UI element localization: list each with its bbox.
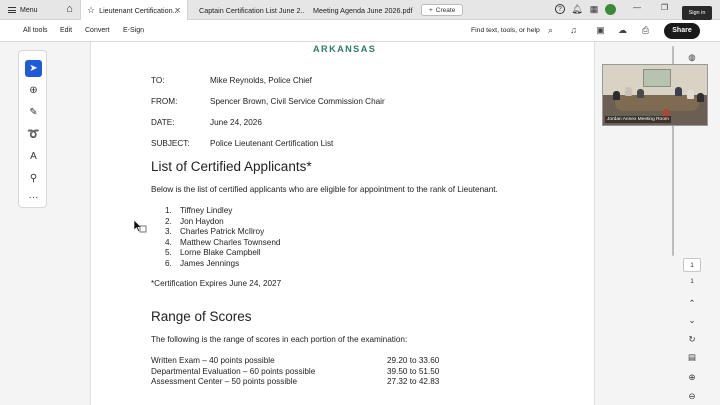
hamburger-icon — [8, 7, 16, 13]
more-tools-icon[interactable]: ··· — [25, 189, 42, 206]
apps-icon[interactable]: ▦ — [588, 3, 600, 16]
score-range: 39.50 to 51.50 — [387, 366, 440, 376]
edit-menu[interactable]: Edit — [60, 27, 72, 34]
memo-from-value: Spencer Brown, Civil Service Commission … — [210, 97, 385, 106]
menu-button[interactable]: Menu — [8, 4, 38, 16]
memo-to-value: Mike Reynolds, Police Chief — [210, 76, 312, 85]
memo-from-key: FROM: — [151, 97, 178, 106]
headphones-icon[interactable]: ♫ — [568, 25, 579, 36]
score-range: 29.20 to 33.60 — [387, 356, 440, 365]
list-item: Matthew Charles Townsend — [180, 237, 281, 247]
list-item-num: 3. — [165, 227, 172, 236]
video-person — [625, 87, 632, 96]
video-person — [637, 89, 644, 98]
find-text-field[interactable]: Find text, tools, or help — [471, 27, 540, 34]
total-pages: 1 — [690, 278, 694, 285]
list-item-num: 5. — [165, 248, 172, 257]
heading-certified-applicants: List of Certified Applicants* — [151, 159, 312, 174]
tab-label: Captain Certification List June 2... — [199, 5, 305, 15]
pen-icon[interactable]: ✎ — [25, 104, 42, 121]
stamp-icon[interactable]: ⚲ — [25, 170, 42, 187]
list-item-num: 4. — [165, 237, 172, 247]
memo-date-key: DATE: — [151, 118, 175, 127]
text-box-icon[interactable]: A — [25, 148, 42, 165]
share-button[interactable]: Share — [664, 23, 700, 39]
score-label: Departmental Evaluation – 60 points poss… — [151, 366, 316, 376]
menu-label: Menu — [20, 6, 38, 14]
range-intro-paragraph: The following is the range of scores in … — [151, 335, 408, 344]
memo-to-key: TO: — [151, 76, 165, 85]
restore-icon[interactable]: ❐ — [661, 3, 668, 12]
refresh-icon[interactable]: ↻ — [684, 332, 700, 346]
list-item: Lorne Blake Campbell — [180, 248, 261, 257]
upload-cloud-icon[interactable]: ☁ — [617, 25, 628, 36]
home-icon[interactable]: ⌂ — [63, 3, 76, 16]
create-label: Create — [435, 6, 456, 14]
tab-label: Meeting Agenda June 2026.pdf — [313, 5, 413, 15]
chevron-up-icon[interactable]: ⌃ — [684, 296, 700, 310]
heading-range-of-scores: Range of Scores — [151, 309, 252, 324]
right-rail: ◍ 1 1 ⌃ ⌄ ↻ ▤ ⊕ ⊖ — [680, 42, 704, 405]
save-icon[interactable]: ▣ — [595, 25, 606, 36]
score-label: Assessment Center – 50 points possible — [151, 377, 298, 386]
memo-date-value: June 24, 2026 — [210, 118, 262, 127]
list-item-num: 2. — [165, 216, 172, 226]
list-item: Tiffney Lindley — [180, 206, 233, 215]
left-tools-panel: ➤ ⊕ ✎ ➰ A ⚲ ··· — [18, 50, 47, 208]
score-label: Written Exam – 40 points possible — [151, 356, 275, 365]
select-cursor-icon[interactable]: ➤ — [25, 60, 42, 77]
memo-subject-key: SUBJECT: — [151, 139, 190, 148]
tab-lieutenant-certification[interactable]: ☆ Lieutenant Certification... ✕ — [80, 0, 188, 20]
current-page-field[interactable]: 1 — [683, 258, 701, 272]
bell-icon[interactable]: 🔔︎ — [571, 3, 583, 16]
esign-menu[interactable]: E-Sign — [123, 27, 144, 34]
mouse-cursor-icon — [133, 219, 147, 233]
page-view-icon[interactable]: ▤ — [684, 350, 700, 364]
star-icon[interactable]: ☆ — [87, 5, 95, 16]
tab-label: Lieutenant Certification... — [99, 5, 179, 15]
lasso-icon[interactable]: ➰ — [25, 126, 42, 143]
certification-expiry-note: *Certification Expires June 24, 2027 — [151, 279, 282, 288]
minimize-icon[interactable]: — — [633, 3, 641, 12]
chevron-down-icon[interactable]: ⌄ — [684, 313, 700, 327]
list-item-num: 6. — [165, 258, 172, 268]
avatar[interactable] — [605, 4, 616, 15]
tab-captain-certification[interactable]: Captain Certification List June 2... — [193, 0, 305, 20]
signin-tooltip: Sign in — [682, 6, 712, 20]
tab-meeting-agenda[interactable]: Meeting Agenda June 2026.pdf — [307, 0, 417, 20]
list-item: Charles Patrick McIlroy — [180, 227, 265, 236]
all-tools-menu[interactable]: All tools — [23, 27, 48, 34]
zoom-in-icon[interactable]: ⊕ — [684, 370, 700, 384]
score-range: 27.32 to 42.83 — [387, 377, 440, 386]
search-icon[interactable]: ⌕ — [545, 25, 556, 36]
video-person — [613, 91, 620, 100]
pdf-page: ARKANSAS TO: Mike Reynolds, Police Chief… — [90, 42, 595, 405]
toolbar: All tools Edit Convert E-Sign Find text,… — [0, 20, 720, 42]
memo-subject-value: Police Lieutenant Certification List — [210, 139, 334, 148]
intro-paragraph: Below is the list of certified applicant… — [151, 185, 498, 194]
help-icon[interactable]: ? — [555, 4, 565, 14]
comment-add-icon[interactable]: ⊕ — [25, 82, 42, 99]
comments-icon[interactable]: ◍ — [684, 50, 700, 64]
acrobat-window: Menu ⌂ ☆ Lieutenant Certification... ✕ C… — [0, 0, 720, 405]
list-item: Jon Haydon — [180, 216, 224, 226]
video-window — [643, 69, 671, 87]
state-header: ARKANSAS — [313, 44, 377, 54]
print-icon[interactable]: ⎙ — [640, 25, 651, 36]
convert-menu[interactable]: Convert — [85, 27, 110, 34]
list-item-num: 1. — [165, 206, 172, 215]
list-item: James Jennings — [180, 258, 240, 268]
plus-icon: + — [429, 6, 433, 14]
tab-bar: Menu ⌂ ☆ Lieutenant Certification... ✕ C… — [0, 0, 720, 20]
video-room-label: Jordan Annex Meeting Room — [605, 116, 671, 123]
zoom-out-icon[interactable]: ⊖ — [684, 389, 700, 403]
create-button[interactable]: + Create — [421, 4, 464, 16]
close-tab-icon[interactable]: ✕ — [174, 6, 181, 15]
